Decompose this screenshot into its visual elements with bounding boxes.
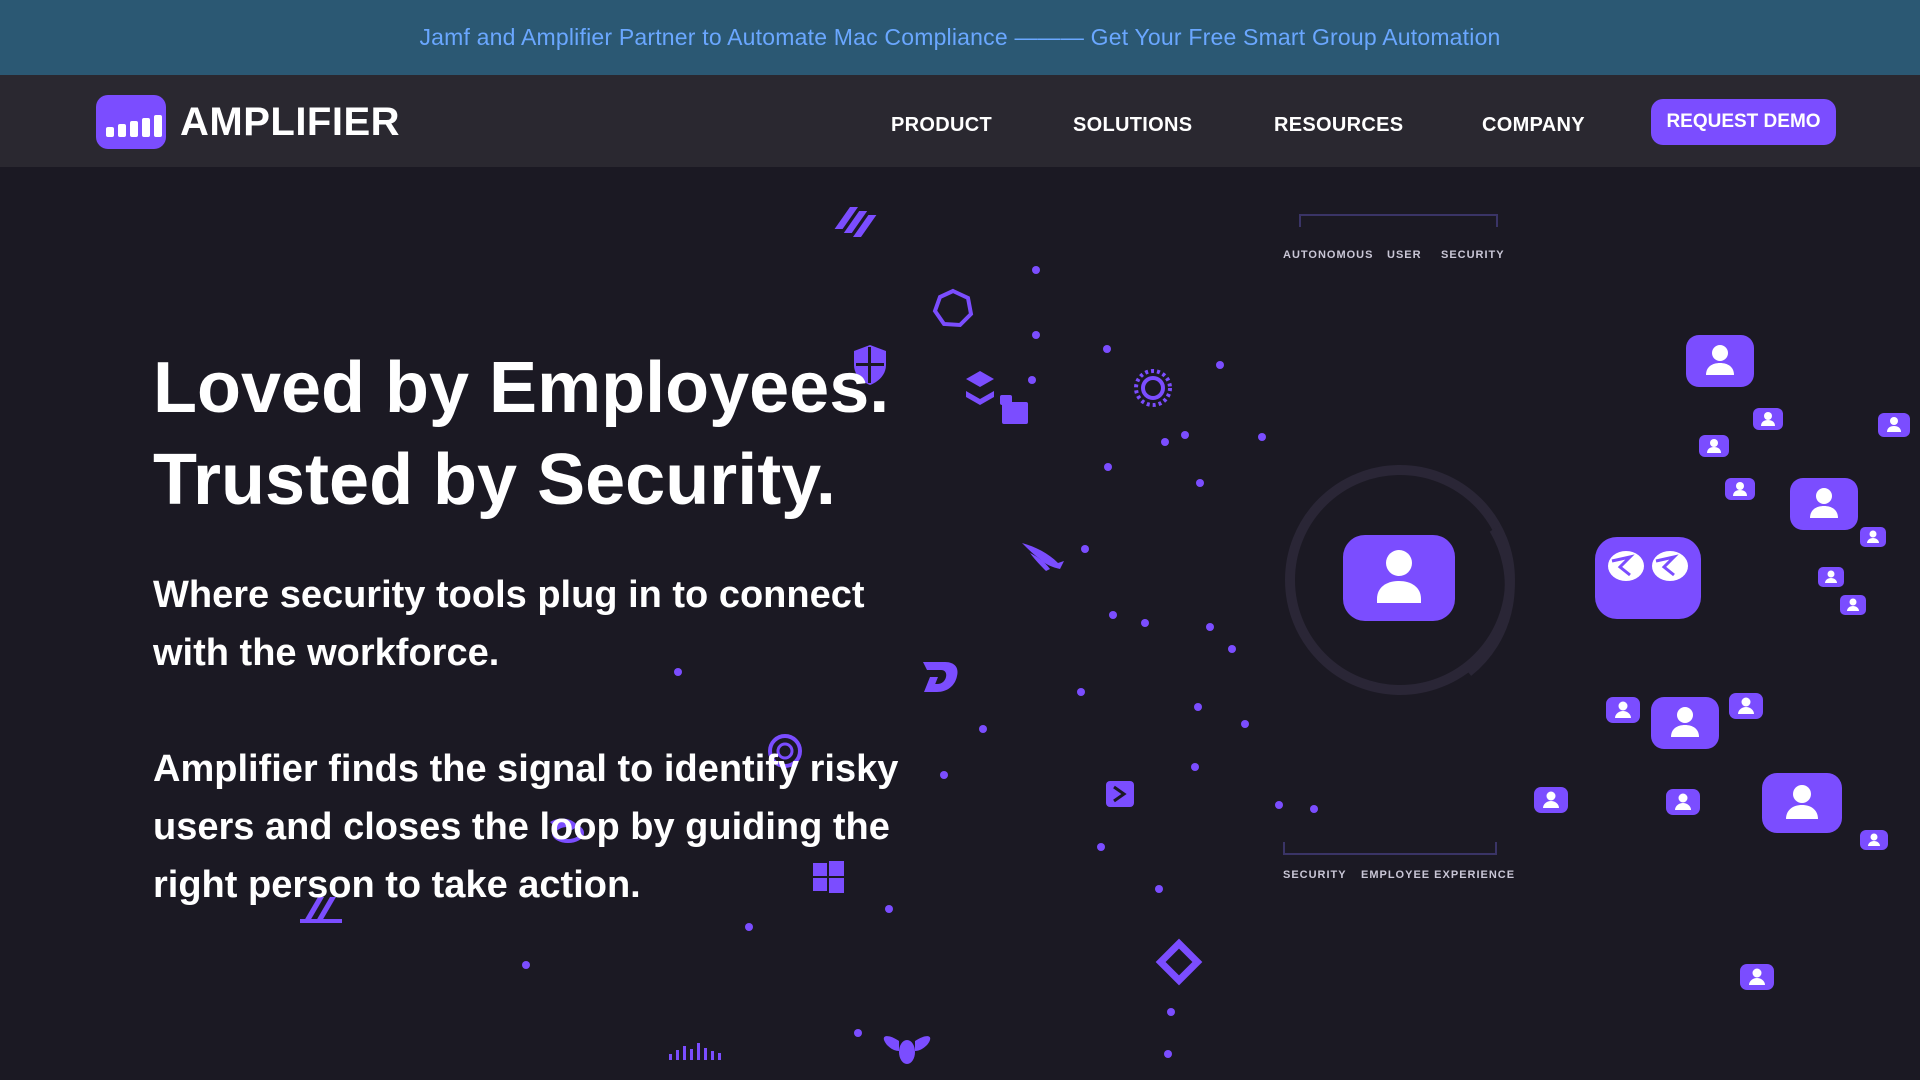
announcement-text[interactable]: Jamf and Amplifier Partner to Automate M… xyxy=(419,24,1500,51)
terminal-icon xyxy=(1106,781,1134,807)
label-security-top: SECURITY xyxy=(1441,249,1505,261)
falcon-icon xyxy=(1022,543,1064,571)
small-user-icon xyxy=(1878,413,1910,437)
small-user-icon xyxy=(1753,408,1783,430)
headline-line-1: Loved by Employees. xyxy=(153,348,890,428)
small-user-icon xyxy=(1725,478,1755,500)
sunburst-icon xyxy=(1134,369,1172,407)
headline-line-2: Trusted by Security. xyxy=(153,440,836,520)
description-line-3: right person to take action. xyxy=(153,864,641,906)
top-navigation: AMPLIFIER PRODUCT SOLUTIONS RESOURCES CO… xyxy=(0,75,1920,167)
request-demo-button[interactable]: REQUEST DEMO xyxy=(1651,99,1836,145)
center-user-icon xyxy=(1343,535,1455,621)
small-user-icon xyxy=(1606,697,1640,723)
small-user-icon xyxy=(1860,527,1886,547)
nav-resources[interactable]: RESOURCES xyxy=(1274,114,1403,137)
center-diagram xyxy=(1283,214,1701,855)
hero-description: Amplifier finds the signal to identify r… xyxy=(153,740,953,914)
label-employee-experience: EMPLOYEE EXPERIENCE xyxy=(1361,869,1516,881)
stack-logo-icon xyxy=(966,371,1028,424)
user-nodes xyxy=(1534,335,1910,990)
audio-wave-icon xyxy=(669,1043,721,1060)
logo-text: AMPLIFIER xyxy=(180,99,401,144)
label-user: USER xyxy=(1387,249,1422,261)
subtitle-line-2: with the workforce. xyxy=(153,632,500,674)
hexagon-ring-icon xyxy=(932,288,974,328)
announcement-banner[interactable]: Jamf and Amplifier Partner to Automate M… xyxy=(0,0,1920,75)
sunglasses-user-icon xyxy=(1595,537,1701,619)
hero-headline: Loved by Employees. Trusted by Security. xyxy=(153,342,889,526)
subtitle-line-1: Where security tools plug in to connect xyxy=(153,574,865,616)
label-autonomous: AUTONOMOUS xyxy=(1283,249,1374,261)
small-user-icon xyxy=(1534,787,1568,813)
small-user-icon xyxy=(1740,964,1774,990)
description-line-2: users and closes the loop by guiding the xyxy=(153,806,890,848)
user-icon xyxy=(1762,773,1842,833)
small-user-icon xyxy=(1666,789,1700,815)
user-icon xyxy=(1686,335,1754,387)
label-security-bottom: SECURITY xyxy=(1283,869,1347,881)
small-user-icon xyxy=(1840,595,1866,615)
small-user-icon xyxy=(1699,435,1729,457)
nav-company[interactable]: COMPANY xyxy=(1482,114,1585,137)
hero-subtitle: Where security tools plug in to connect … xyxy=(153,566,953,682)
small-user-icon xyxy=(1860,830,1888,850)
diamond-logo-icon xyxy=(1155,938,1203,986)
nav-solutions[interactable]: SOLUTIONS xyxy=(1073,114,1192,137)
stripes-icon xyxy=(834,207,877,237)
hero-section: AUTONOMOUS USER SECURITY SECURITY EMPLOY… xyxy=(0,167,1920,1080)
signal-bars-icon xyxy=(96,95,166,149)
user-icon xyxy=(1651,697,1719,749)
bee-icon xyxy=(883,1036,931,1064)
logo[interactable]: AMPLIFIER xyxy=(96,95,400,149)
small-user-icon xyxy=(1729,693,1763,719)
small-user-icon xyxy=(1818,567,1844,587)
nav-product[interactable]: PRODUCT xyxy=(891,114,992,137)
user-icon xyxy=(1790,478,1858,530)
description-line-1: Amplifier finds the signal to identify r… xyxy=(153,748,899,790)
